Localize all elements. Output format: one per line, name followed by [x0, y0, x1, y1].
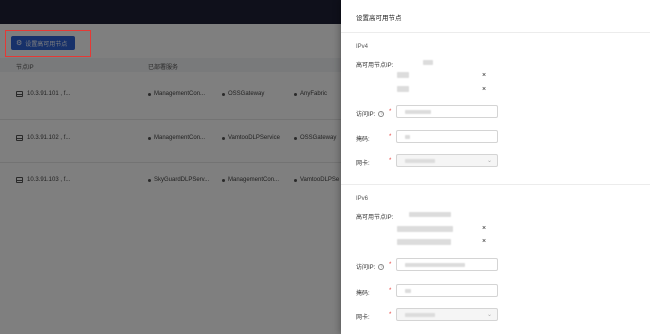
remove-node-ip-icon[interactable]: ×	[482, 72, 486, 79]
redacted-node-ip	[397, 72, 409, 78]
required-mark: *	[389, 288, 392, 294]
redacted-value	[405, 110, 431, 114]
chevron-down-icon: ⌄	[486, 312, 492, 318]
remove-node-ip-icon[interactable]: ×	[482, 238, 486, 245]
ipv6-nic-label: 网卡:	[356, 312, 370, 321]
nic-label-text: 网卡:	[356, 161, 370, 167]
required-mark: *	[389, 134, 392, 140]
help-icon[interactable]: ?	[378, 263, 385, 270]
ipv6-mask-input[interactable]	[396, 284, 498, 297]
required-mark: *	[389, 262, 392, 268]
ipv4-nic-select[interactable]: ⌄	[396, 154, 498, 167]
access-ip-label-text: 访问IP:	[356, 112, 376, 118]
help-icon[interactable]: ?	[378, 110, 385, 117]
ipv6-access-ip-label: 访问IP: ?	[356, 262, 385, 271]
ipv6-mask-label: 掩码:	[356, 288, 370, 297]
redacted-node-ip	[397, 239, 451, 245]
ipv4-mask-label: 掩码:	[356, 134, 370, 143]
drawer-title: 设置高可用节点	[356, 15, 402, 22]
ipv6-nodes-label-text: 高可用节点IP:	[356, 215, 394, 221]
ipv6-section-title: IPv6	[356, 196, 369, 202]
ipv4-access-ip-label: 访问IP: ?	[356, 109, 385, 118]
setup-ha-node-drawer: 设置高可用节点 IPv4 高可用节点IP: × × 访问IP: ? * 掩码: …	[341, 0, 650, 334]
ipv6-nic-select[interactable]: ⌄	[396, 308, 498, 321]
ipv4-section-title: IPv4	[356, 44, 369, 50]
section-divider	[341, 184, 650, 185]
ipv6-nodes-label: 高可用节点IP:	[356, 212, 393, 221]
required-mark: *	[389, 158, 392, 164]
redacted-value	[423, 60, 433, 65]
mask-label-text: 掩码:	[356, 291, 370, 297]
chevron-down-icon: ⌄	[486, 158, 492, 164]
redacted-value	[405, 313, 435, 317]
required-mark: *	[389, 109, 392, 115]
redacted-value	[405, 159, 435, 163]
required-mark: *	[389, 312, 392, 318]
ipv4-nic-label: 网卡:	[356, 158, 370, 167]
nic-label-text: 网卡:	[356, 315, 370, 321]
mask-label-text: 掩码:	[356, 137, 370, 143]
redacted-value	[405, 263, 465, 267]
remove-node-ip-icon[interactable]: ×	[482, 225, 486, 232]
redacted-value	[409, 212, 451, 217]
ipv4-nodes-label: 高可用节点IP:	[356, 60, 393, 69]
ipv6-access-ip-input[interactable]	[396, 258, 498, 271]
ipv4-mask-input[interactable]	[396, 130, 498, 143]
redacted-value	[405, 135, 410, 139]
redacted-value	[405, 289, 411, 293]
redacted-node-ip	[397, 86, 409, 92]
highlight-annotation	[5, 30, 91, 57]
ipv4-access-ip-input[interactable]	[396, 105, 498, 118]
remove-node-ip-icon[interactable]: ×	[482, 86, 486, 93]
redacted-node-ip	[397, 226, 453, 232]
access-ip-label-text: 访问IP:	[356, 265, 376, 271]
drawer-header-divider	[341, 32, 650, 33]
ipv4-nodes-label-text: 高可用节点IP:	[356, 63, 394, 69]
